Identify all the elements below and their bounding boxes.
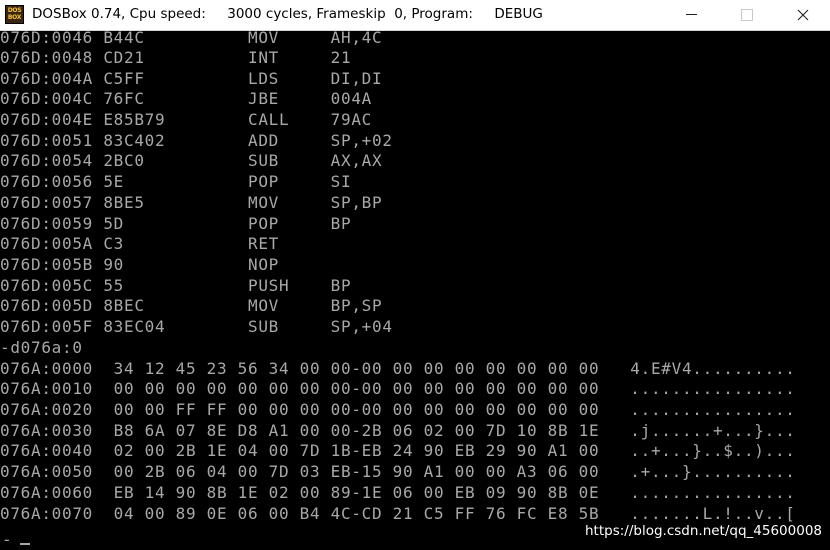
dump-row: 076A:0030 B8 6A 07 8E D8 A1 00 00-2B 06 … [0, 421, 796, 440]
command-prompt[interactable]: - [0, 527, 60, 549]
dump-row: 076A:0010 00 00 00 00 00 00 00 00-00 00 … [0, 379, 796, 398]
console-line: 076D:004E E85B79 CALL 79AC [0, 110, 372, 129]
console-line: 076D:005C 55 PUSH BP [0, 276, 352, 295]
dosbox-app-icon[interactable]: DOS BOX [5, 5, 24, 24]
minimize-button[interactable] [668, 0, 714, 30]
console-line: 076D:0059 5D POP BP [0, 214, 352, 233]
dump-row: 076A:0000 34 12 45 23 56 34 00 00-00 00 … [0, 359, 796, 378]
console-line: 076D:005D 8BEC MOV BP,SP [0, 296, 383, 315]
console-line: 076D:005B 90 NOP [0, 255, 279, 274]
console-line: 076D:004C 76FC JBE 004A [0, 89, 372, 108]
watermark-url: https://blog.csdn.net/qq_45600008 [584, 523, 822, 539]
close-icon [797, 9, 809, 21]
dump-row: 076A:0040 02 00 2B 1E 04 00 7D 1B-EB 24 … [0, 441, 796, 460]
console-line: 076D:0051 83C402 ADD SP,+02 [0, 131, 393, 150]
console-line: 076D:005A C3 RET [0, 234, 279, 253]
console-command-line: -d076a:0 [0, 338, 83, 357]
prompt-symbol: - [2, 530, 12, 549]
dump-row: 076A:0050 00 2B 06 04 00 7D 03 EB-15 90 … [0, 462, 796, 481]
console-line: 076D:0056 5E POP SI [0, 172, 352, 191]
dump-row: 076A:0060 EB 14 90 8B 1E 02 00 89-1E 06 … [0, 483, 796, 502]
app-icon-text-top: DOS [7, 7, 22, 14]
dosbox-window: DOS BOX DOSBox 0.74, Cpu speed: 3000 cyc… [0, 0, 830, 549]
console-line: 076D:0054 2BC0 SUB AX,AX [0, 151, 383, 170]
dump-row: 076A:0020 00 00 FF FF 00 00 00 00-00 00 … [0, 400, 796, 419]
title-bar[interactable]: DOS BOX DOSBox 0.74, Cpu speed: 3000 cyc… [0, 0, 830, 31]
console-line: 076D:004A C5FF LDS DI,DI [0, 69, 383, 88]
text-cursor [20, 543, 30, 545]
window-title: DOSBox 0.74, Cpu speed: 3000 cycles, Fra… [32, 6, 543, 22]
console-line: 076D:005F 83EC04 SUB SP,+04 [0, 317, 393, 336]
dump-row: 076A:0070 04 00 89 0E 06 00 B4 4C-CD 21 … [0, 504, 796, 523]
app-icon-text-bottom: BOX [7, 14, 22, 21]
console-line: 076D:0046 B44C MOV AH,4C [0, 28, 383, 47]
close-button[interactable] [780, 0, 826, 30]
console-line: 076D:0048 CD21 INT 21 [0, 48, 352, 67]
maximize-button[interactable] [723, 0, 769, 30]
console-line: 076D:0057 8BE5 MOV SP,BP [0, 193, 383, 212]
terminal-screen[interactable]: 076D:0046 B44C MOV AH,4C 076D:0048 CD21 … [0, 28, 830, 549]
